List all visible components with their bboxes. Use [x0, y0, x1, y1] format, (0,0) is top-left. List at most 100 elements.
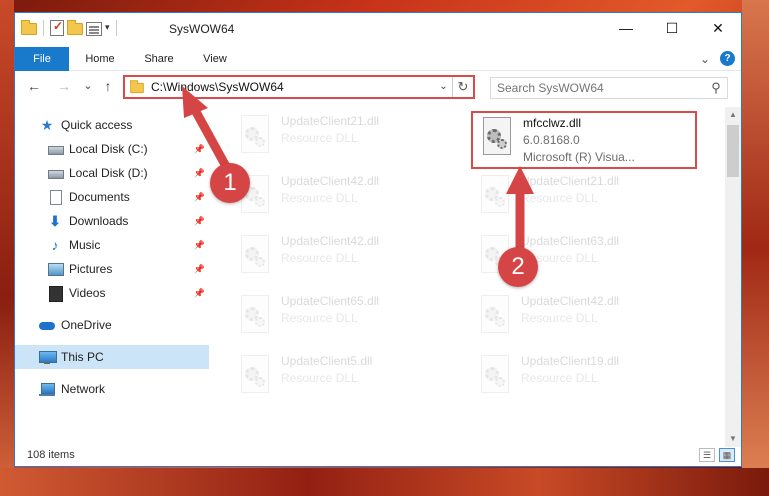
file-name: mfcclwz.dll [523, 116, 582, 130]
sidebar-item-label: This PC [61, 350, 104, 364]
sidebar-item-this-pc[interactable]: This PC [15, 345, 209, 369]
dll-file-icon [237, 295, 273, 339]
file-tile[interactable]: UpdateClient42.dll Resource DLL [231, 171, 457, 229]
address-bar[interactable]: C:\Windows\SysWOW64 ⌄ ↻ [123, 75, 475, 99]
sidebar-item-label: Videos [69, 286, 106, 300]
file-name: UpdateClient21.dll [281, 114, 380, 128]
sidebar-item-documents[interactable]: Documents 📌 [15, 185, 209, 209]
file-tile[interactable]: UpdateClient5.dll Resource DLL [231, 351, 457, 409]
sidebar-item-videos[interactable]: Videos 📌 [15, 281, 209, 305]
search-icon[interactable]: ⚲ [705, 80, 727, 96]
file-name: UpdateClient42.dll [281, 174, 380, 188]
back-arrow-icon[interactable]: ← [25, 77, 43, 95]
properties-icon[interactable] [86, 21, 102, 36]
file-tile[interactable]: UpdateClient21.dll Resource DLL [471, 171, 697, 229]
navigation-bar: ← → ⌄ ↑ C:\Windows\SysWOW64 ⌄ ↻ ⚲ [15, 73, 741, 101]
documents-icon [47, 189, 63, 205]
sidebar-item-label: Quick access [61, 118, 133, 132]
file-list: UpdateClient21.dll Resource DLL UpdateCli… [211, 107, 723, 447]
file-name: UpdateClient63.dll [521, 234, 620, 248]
file-name: UpdateClient42.dll [281, 234, 380, 248]
toolbar-separator [115, 19, 117, 36]
file-name: UpdateClient5.dll [281, 354, 373, 368]
scroll-down-icon[interactable]: ▼ [725, 431, 741, 447]
file-type: Resource DLL [281, 371, 358, 385]
properties-check-icon[interactable] [50, 19, 64, 36]
pin-icon: 📌 [193, 263, 205, 274]
maximize-button[interactable]: ☐ [649, 13, 695, 43]
item-count: 108 items [27, 449, 75, 461]
sidebar-item-network[interactable]: Network [15, 377, 209, 401]
music-icon: ♪ [51, 237, 59, 253]
sidebar-item-label: Downloads [69, 214, 129, 228]
tab-file[interactable]: File [15, 47, 69, 71]
toolbar-separator [43, 19, 44, 36]
pictures-icon [47, 261, 64, 277]
quick-access-toolbar: ▾ [21, 19, 120, 36]
sidebar-item-local-disk-d[interactable]: Local Disk (D:) 📌 [15, 161, 209, 185]
dll-file-icon [477, 295, 513, 339]
desktop-background-left [0, 0, 14, 496]
pin-icon: 📌 [193, 191, 205, 202]
qat-dropdown-icon[interactable]: ▾ [105, 22, 110, 33]
tab-view[interactable]: View [195, 47, 235, 71]
window-title: SysWOW64 [169, 22, 235, 36]
file-tile-mfcclwz[interactable]: mfcclwz.dll 6.0.8168.0 Microsoft (R) Vis… [471, 111, 697, 169]
sidebar-item-downloads[interactable]: ⬇ Downloads 📌 [15, 209, 209, 233]
file-name: UpdateClient65.dll [281, 294, 380, 308]
pin-icon: 📌 [193, 239, 205, 250]
file-name: UpdateClient42.dll [521, 294, 620, 308]
recent-locations-icon[interactable]: ⌄ [79, 77, 97, 95]
sidebar-item-label: Local Disk (C:) [69, 142, 148, 156]
scroll-up-icon[interactable]: ▲ [725, 107, 741, 123]
sidebar-item-label: OneDrive [61, 318, 112, 332]
refresh-icon[interactable]: ↻ [453, 79, 473, 95]
dll-file-icon [237, 355, 273, 399]
pin-icon: 📌 [193, 143, 205, 154]
address-path[interactable]: C:\Windows\SysWOW64 [151, 80, 435, 94]
pin-icon: 📌 [193, 167, 205, 178]
sidebar-item-local-disk-c[interactable]: Local Disk (C:) 📌 [15, 137, 209, 161]
pin-icon: 📌 [193, 215, 205, 226]
new-folder-icon[interactable] [67, 20, 83, 35]
dll-file-icon [237, 235, 273, 279]
sidebar-item-quick-access[interactable]: ★ Quick access [15, 113, 209, 137]
expand-ribbon-icon[interactable]: ⌄ [700, 52, 710, 66]
sidebar-item-music[interactable]: ♪ Music 📌 [15, 233, 209, 257]
search-input[interactable] [497, 81, 705, 95]
ribbon-tabs: File Home Share View ⌄ ? [15, 47, 741, 71]
desktop-background-bottom [0, 468, 769, 496]
tab-share[interactable]: Share [137, 47, 181, 71]
up-arrow-icon[interactable]: ↑ [99, 77, 117, 95]
tiles-view-icon[interactable]: ▦ [719, 448, 735, 462]
file-version: 6.0.8168.0 [523, 133, 580, 147]
file-tile[interactable]: UpdateClient19.dll Resource DLL [471, 351, 697, 409]
file-type: Resource DLL [281, 131, 358, 145]
minimize-button[interactable]: — [603, 13, 649, 43]
file-type: Resource DLL [281, 311, 358, 325]
forward-arrow-icon[interactable]: → [55, 77, 73, 95]
file-name: UpdateClient19.dll [521, 354, 620, 368]
details-view-icon[interactable]: ☰ [699, 448, 715, 462]
ribbon-right-controls: ⌄ ? [700, 51, 735, 66]
scrollbar-thumb[interactable] [727, 125, 739, 177]
file-tile[interactable]: UpdateClient42.dll Resource DLL [471, 291, 697, 349]
tab-home[interactable]: Home [77, 47, 123, 71]
onedrive-icon [39, 317, 55, 333]
vertical-scrollbar[interactable]: ▲ ▼ [725, 107, 741, 447]
sidebar-item-onedrive[interactable]: OneDrive [15, 313, 209, 337]
file-tile[interactable]: UpdateClient65.dll Resource DLL [231, 291, 457, 349]
search-box[interactable]: ⚲ [490, 77, 728, 99]
file-tile[interactable]: UpdateClient42.dll Resource DLL [231, 231, 457, 289]
file-tile[interactable]: UpdateClient21.dll Resource DLL [231, 111, 457, 169]
sidebar-item-label: Documents [69, 190, 130, 204]
close-button[interactable]: ✕ [695, 13, 741, 43]
network-icon [39, 381, 55, 397]
file-type: Resource DLL [281, 251, 358, 265]
dll-file-icon [477, 355, 513, 399]
address-folder-icon [130, 80, 144, 94]
pin-icon: 📌 [193, 287, 205, 298]
address-dropdown-icon[interactable]: ⌄ [435, 77, 453, 97]
sidebar-item-pictures[interactable]: Pictures 📌 [15, 257, 209, 281]
help-icon[interactable]: ? [720, 51, 735, 66]
